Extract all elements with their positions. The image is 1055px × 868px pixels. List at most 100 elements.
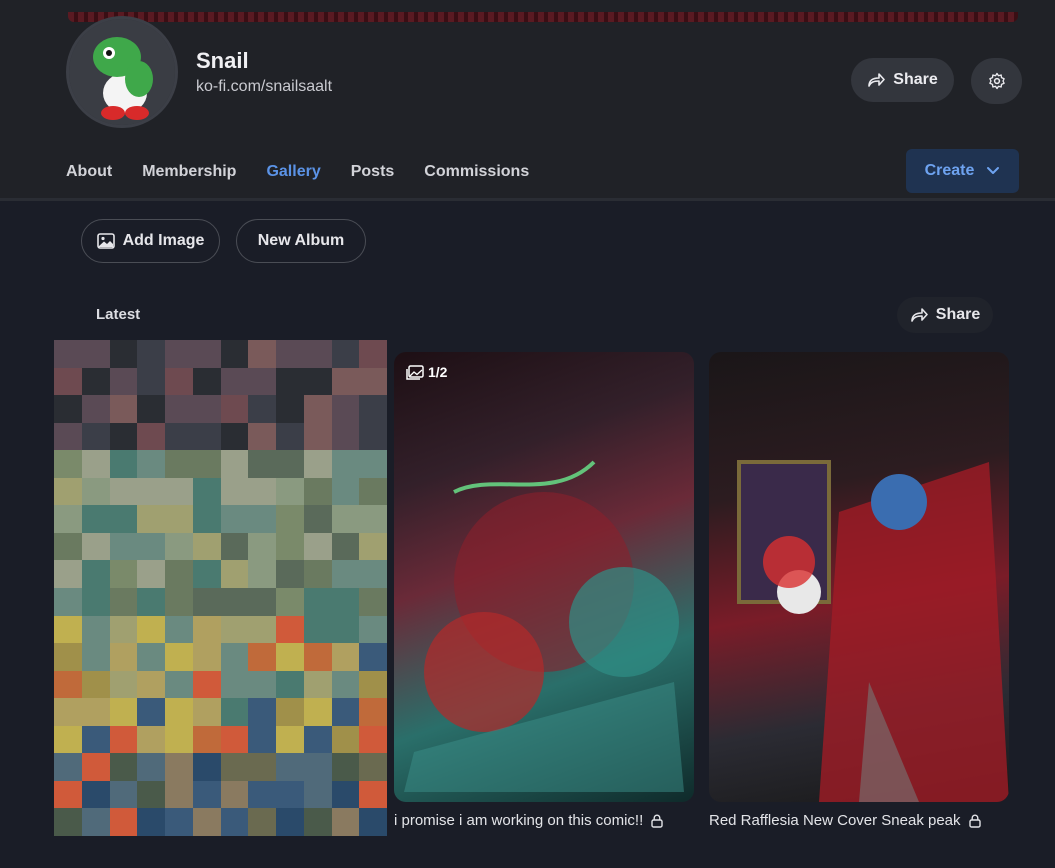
mosaic-cell — [331, 587, 360, 616]
image-count-badge: 1/2 — [406, 364, 447, 380]
mosaic-cell — [220, 560, 249, 588]
mosaic-cell — [220, 340, 249, 368]
mosaic-cell — [81, 753, 110, 781]
mosaic-cell — [81, 725, 110, 754]
mosaic-cell — [165, 698, 193, 726]
profile-header: Snail ko-fi.com/snailsaalt Share About M… — [0, 0, 1055, 201]
mosaic-cell — [54, 643, 82, 671]
gear-icon — [988, 72, 1005, 90]
share-button[interactable]: Share — [851, 58, 954, 102]
mosaic-cell — [165, 808, 193, 836]
gallery-item-caption[interactable]: Red Rafflesia New Cover Sneak peak — [709, 812, 981, 829]
mosaic-cell — [359, 477, 387, 506]
mosaic-cell — [137, 753, 165, 781]
mosaic-cell — [276, 422, 304, 451]
mosaic-cell — [248, 477, 276, 506]
mosaic-cell — [81, 670, 110, 699]
mosaic-cell — [248, 670, 276, 699]
mosaic-cell — [359, 367, 387, 396]
share-arrow-icon — [910, 308, 928, 322]
mosaic-cell — [137, 587, 165, 616]
avatar[interactable] — [66, 16, 178, 128]
mosaic-cell — [109, 643, 138, 671]
tab-membership[interactable]: Membership — [142, 160, 236, 200]
create-button[interactable]: Create — [906, 149, 1019, 193]
mosaic-cell — [137, 477, 165, 506]
mosaic-cell — [81, 422, 110, 451]
mosaic-cell — [220, 505, 249, 533]
mosaic-cell — [359, 780, 387, 809]
tab-posts[interactable]: Posts — [351, 160, 395, 200]
mosaic-cell — [331, 340, 360, 368]
settings-button[interactable] — [971, 58, 1022, 104]
mosaic-cell — [109, 505, 138, 533]
mosaic-cell — [276, 808, 304, 836]
mosaic-cell — [331, 725, 360, 754]
latest-share-button[interactable]: Share — [897, 297, 993, 333]
mosaic-cell — [109, 450, 138, 478]
tab-gallery[interactable]: Gallery — [262, 160, 326, 201]
image-icon — [96, 233, 115, 249]
new-album-label: New Album — [257, 232, 345, 249]
add-image-button[interactable]: Add Image — [81, 219, 220, 263]
mosaic-cell — [192, 725, 221, 754]
mosaic-cell — [54, 780, 82, 809]
mosaic-cell — [331, 780, 360, 809]
mosaic-cell — [109, 532, 138, 561]
mosaic-cell — [331, 808, 360, 836]
mosaic-cell — [137, 422, 165, 451]
mosaic-cell — [220, 808, 249, 836]
mosaic-cell — [303, 780, 332, 809]
mosaic-cell — [220, 422, 249, 451]
mosaic-cell — [109, 780, 138, 809]
mosaic-cell — [359, 532, 387, 561]
mosaic-cell — [359, 698, 387, 726]
mosaic-cell — [81, 505, 110, 533]
mosaic-cell — [359, 725, 387, 754]
mosaic-cell — [248, 395, 276, 423]
mosaic-cell — [81, 450, 110, 478]
mosaic-cell — [109, 587, 138, 616]
latest-share-label: Share — [935, 306, 981, 323]
mosaic-cell — [331, 532, 360, 561]
mosaic-cell — [359, 670, 387, 699]
pixelated-image-thumbnail[interactable] — [54, 340, 387, 836]
mosaic-cell — [165, 367, 193, 396]
chevron-down-icon — [987, 167, 1000, 174]
mosaic-cell — [248, 560, 276, 588]
mosaic-cell — [220, 753, 249, 781]
share-arrow-icon — [868, 73, 886, 87]
mosaic-cell — [303, 367, 332, 396]
section-title-latest: Latest — [96, 306, 141, 323]
share-button-label: Share — [893, 71, 938, 88]
mosaic-cell — [165, 615, 193, 644]
mosaic-cell — [331, 670, 360, 699]
mosaic-cell — [331, 395, 360, 423]
mosaic-cell — [331, 505, 360, 533]
mosaic-cell — [220, 670, 249, 699]
mosaic-cell — [137, 395, 165, 423]
new-album-button[interactable]: New Album — [236, 219, 366, 263]
mosaic-cell — [54, 670, 82, 699]
mosaic-cell — [165, 670, 193, 699]
mosaic-cell — [109, 367, 138, 396]
mosaic-cell — [192, 560, 221, 588]
mosaic-cell — [54, 808, 82, 836]
mosaic-cell — [359, 808, 387, 836]
mosaic-cell — [54, 367, 82, 396]
mosaic-cell — [276, 395, 304, 423]
gallery-item-caption[interactable]: i promise i am working on this comic!! — [394, 812, 663, 829]
mosaic-cell — [165, 532, 193, 561]
mosaic-cell — [192, 808, 221, 836]
gallery-item-cover[interactable] — [709, 352, 1009, 802]
profile-url[interactable]: ko-fi.com/snailsaalt — [196, 78, 332, 96]
mosaic-cell — [303, 615, 332, 644]
mosaic-cell — [54, 505, 82, 533]
gallery-item-comic[interactable]: 1/2 — [394, 352, 694, 802]
tab-about[interactable]: About — [66, 160, 112, 200]
mosaic-cell — [192, 643, 221, 671]
caption-text: i promise i am working on this comic!! — [394, 812, 644, 829]
tab-commissions[interactable]: Commissions — [424, 160, 529, 200]
mosaic-cell — [220, 450, 249, 478]
mosaic-cell — [276, 780, 304, 809]
